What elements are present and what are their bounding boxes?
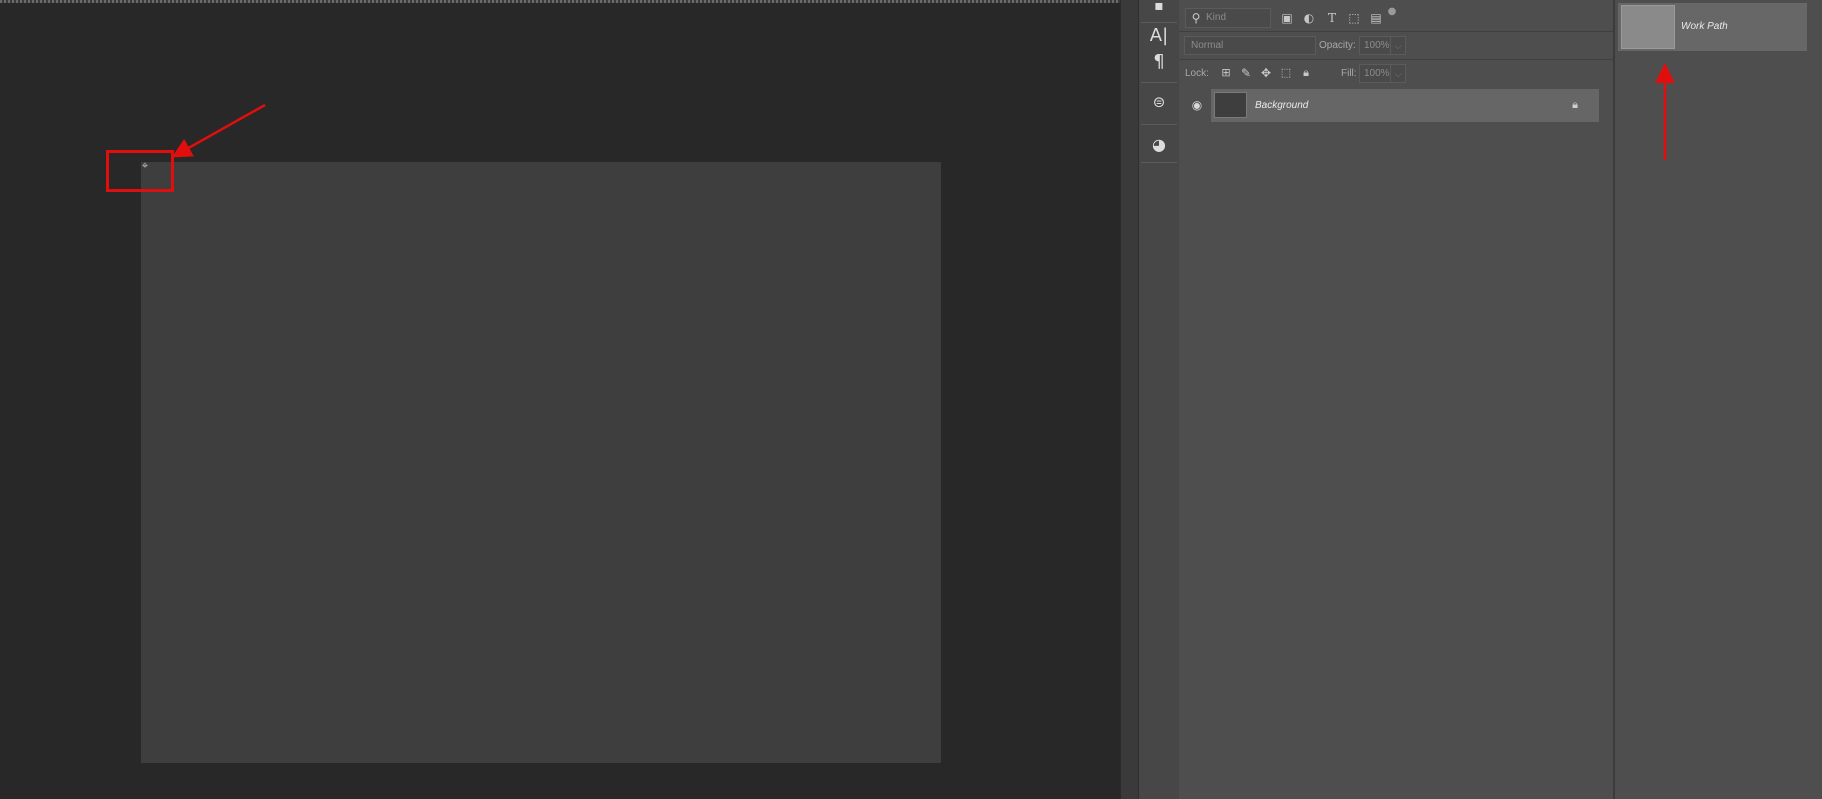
annotation-highlight-box	[106, 150, 174, 192]
lock-position-icon[interactable]: ✥	[1258, 65, 1274, 81]
strip-divider	[1141, 82, 1177, 83]
image-filter-icon[interactable]: ▣	[1279, 10, 1295, 26]
strip-divider	[1141, 162, 1177, 163]
shape-filter-icon[interactable]: ⬚	[1346, 10, 1362, 26]
layer-name[interactable]: Background	[1255, 99, 1308, 113]
kind-filter-dropdown[interactable]: ⚲ Kind	[1185, 8, 1271, 28]
fill-field[interactable]: 100% ⌵	[1359, 64, 1406, 83]
lock-artboard-icon[interactable]: ⬚	[1278, 65, 1294, 81]
glyphs-panel-icon[interactable]: ⊜	[1139, 88, 1179, 116]
opacity-label: Opacity:	[1319, 40, 1356, 51]
lock-icon[interactable]: 🔒︎	[1568, 98, 1582, 112]
paths-panel	[1615, 0, 1822, 799]
opacity-value: 100%	[1364, 40, 1390, 51]
search-icon: ⚲	[1191, 11, 1201, 25]
panel-toggle-icon[interactable]: ▪	[1139, 0, 1179, 20]
opacity-dropdown-arrow-icon[interactable]: ⌵	[1390, 37, 1405, 55]
collapsed-panels-strip: ▪ A| ¶ ⊜ ◕	[1138, 0, 1180, 799]
document-tab-edge	[0, 0, 1120, 3]
panel-divider	[1179, 31, 1613, 32]
eye-icon[interactable]: ◉	[1189, 98, 1205, 112]
opacity-field[interactable]: 100% ⌵	[1359, 36, 1406, 55]
character-panel-icon[interactable]: A|	[1139, 22, 1179, 50]
smart-object-filter-icon[interactable]: ▤	[1368, 10, 1384, 26]
document-canvas[interactable]	[141, 162, 941, 763]
layer-thumbnail[interactable]	[1214, 92, 1247, 118]
type-filter-icon[interactable]: T	[1324, 10, 1340, 26]
fill-dropdown-arrow-icon[interactable]: ⌵	[1390, 65, 1405, 83]
fill-value: 100%	[1364, 68, 1390, 79]
lock-label: Lock:	[1185, 68, 1209, 79]
paragraph-panel-icon[interactable]: ¶	[1139, 48, 1179, 76]
lock-image-pixels-icon[interactable]: ✎	[1238, 65, 1254, 81]
strip-divider	[1141, 124, 1177, 125]
adjustment-filter-icon[interactable]: ◐	[1301, 10, 1317, 26]
panel-divider	[1179, 59, 1613, 60]
layers-panel: ⚲ Kind ▣ ◐ T ⬚ ▤ ● Normal Opacity: 100% …	[1179, 0, 1615, 799]
blend-mode-value: Normal	[1191, 40, 1224, 51]
path-name[interactable]: Work Path	[1681, 20, 1728, 34]
blend-mode-dropdown[interactable]: Normal	[1184, 36, 1316, 55]
lock-transparent-pixels-icon[interactable]: ⊞	[1218, 65, 1234, 81]
path-thumbnail[interactable]	[1621, 5, 1675, 49]
lock-all-icon[interactable]: 🔒︎	[1298, 65, 1314, 81]
swatches-panel-icon[interactable]: ◕	[1139, 131, 1179, 159]
filter-toggle-icon[interactable]: ●	[1384, 4, 1400, 20]
fill-label: Fill:	[1341, 68, 1357, 79]
kind-filter-label: Kind	[1206, 12, 1227, 23]
vertical-scrollbar[interactable]	[1120, 0, 1139, 799]
